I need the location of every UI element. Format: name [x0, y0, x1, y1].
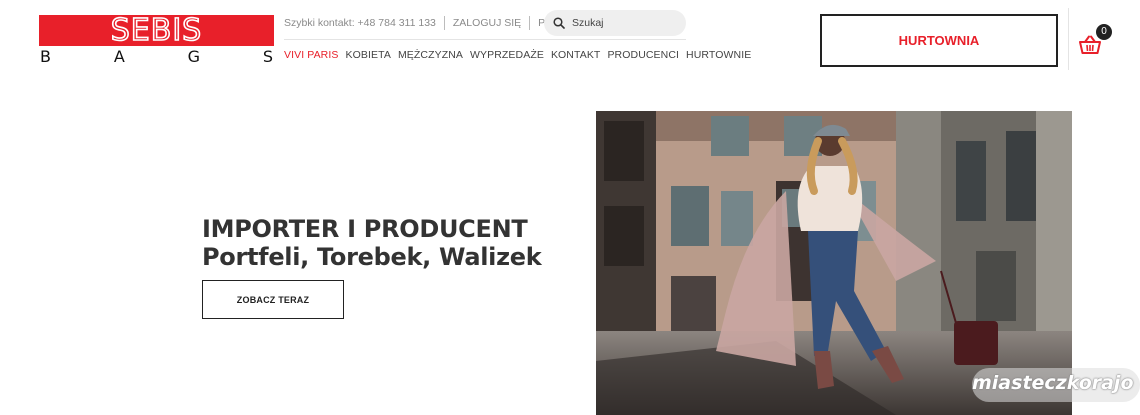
header-divider — [1068, 8, 1069, 70]
contact-label: Szybki kontakt: — [284, 17, 355, 29]
search-input[interactable] — [572, 17, 677, 29]
logo-bags-letters: B A G S — [39, 48, 274, 66]
logo-letter: A — [113, 47, 125, 66]
menu-item-kontakt[interactable]: KONTAKT — [551, 49, 601, 61]
logo[interactable]: SEBIS B A G S — [39, 13, 274, 67]
menu-item-hurtownie[interactable]: HURTOWNIE — [686, 49, 751, 61]
divider — [529, 16, 531, 30]
hero-title: IMPORTER I PRODUCENT Portfeli, Torebek, … — [202, 215, 542, 271]
hero-title-line1: IMPORTER I PRODUCENT — [202, 215, 528, 243]
hero-title-line2: Portfeli, Torebek, Walizek — [202, 243, 542, 271]
logo-letter: B — [40, 47, 51, 66]
login-link[interactable]: ZALOGUJ SIĘ — [453, 17, 521, 29]
search-box[interactable] — [544, 10, 686, 36]
menu-item-kobieta[interactable]: KOBIETA — [346, 49, 391, 61]
cart-count-badge: 0 — [1096, 24, 1112, 40]
top-bar: Szybki kontakt: +48 784 311 133 ZALOGUJ … — [284, 10, 570, 36]
menu-item-vivi-paris[interactable]: VIVI PARIS — [284, 49, 339, 61]
watermark: miasteczkorajo — [972, 372, 1134, 394]
main-menu: VIVI PARIS KOBIETA MĘŻCZYZNA WYPRZEDAŻE … — [284, 49, 758, 61]
menu-item-wyprzedaze[interactable]: WYPRZEDAŻE — [470, 49, 544, 61]
logo-letter: G — [187, 47, 200, 66]
see-now-button-label: ZOBACZ TERAZ — [236, 294, 310, 305]
contact-phone[interactable]: +48 784 311 133 — [358, 17, 436, 29]
search-icon[interactable] — [553, 17, 565, 29]
see-now-button[interactable]: ZOBACZ TERAZ — [202, 280, 344, 319]
menu-divider — [284, 39, 686, 40]
wholesale-button[interactable]: Hurtownia — [820, 14, 1058, 67]
logo-letter: S — [262, 47, 273, 66]
menu-item-producenci[interactable]: PRODUCENCI — [607, 49, 679, 61]
divider — [443, 16, 445, 30]
menu-item-mezczyzna[interactable]: MĘŻCZYZNA — [398, 49, 463, 61]
wholesale-button-label: Hurtownia — [898, 33, 980, 48]
logo-wordmark: SEBIS — [110, 13, 203, 48]
